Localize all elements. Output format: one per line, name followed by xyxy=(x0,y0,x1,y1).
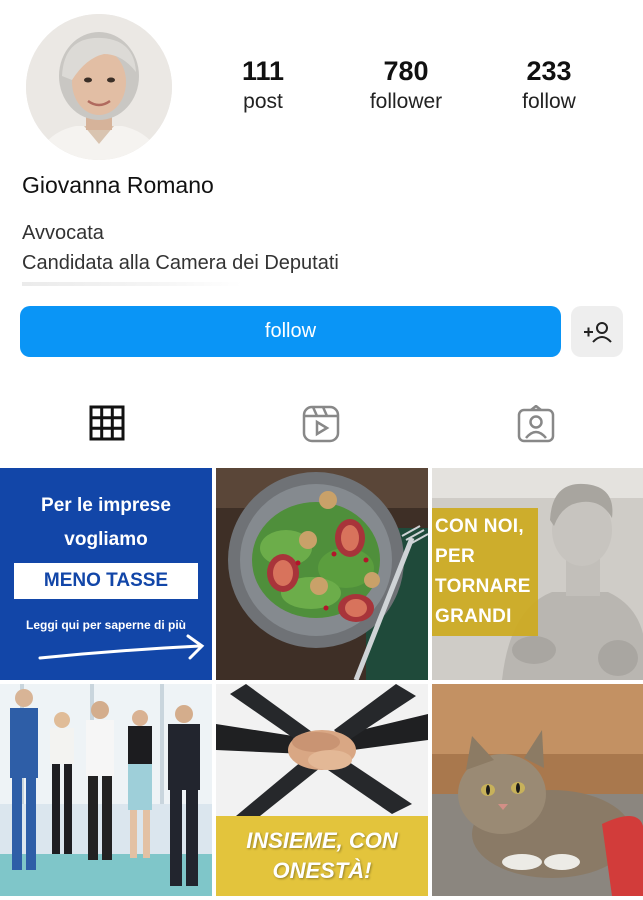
suggest-people-button[interactable] xyxy=(571,306,623,357)
arrow-icon xyxy=(38,634,205,660)
stat-followers[interactable]: 780 follower xyxy=(346,55,466,117)
grid-icon xyxy=(89,405,125,441)
add-person-icon xyxy=(584,321,612,343)
following-label: follow xyxy=(522,90,576,113)
tagged-icon xyxy=(517,405,555,443)
bio-faded-line xyxy=(22,282,242,286)
followers-label: follower xyxy=(369,90,443,113)
followers-count: 780 xyxy=(383,56,429,86)
reels-icon xyxy=(302,405,340,443)
bio-line-2: Candidata alla Camera dei Deputati xyxy=(22,252,339,274)
post5-line-2: ONESTÀ! xyxy=(272,858,372,883)
team-photo xyxy=(0,684,212,896)
post3-line-3: TORNARE xyxy=(435,576,531,597)
post-grid: Per le imprese vogliamo MENO TASSE Leggi… xyxy=(0,468,643,900)
stat-following[interactable]: 233 follow xyxy=(489,55,609,117)
post-tile-team[interactable] xyxy=(0,684,212,896)
post1-highlight: MENO TASSE xyxy=(14,563,198,599)
follow-button[interactable]: follow xyxy=(20,306,561,357)
tab-posts[interactable] xyxy=(0,405,214,461)
post-tile-tax[interactable]: Per le imprese vogliamo MENO TASSE Leggi… xyxy=(0,468,212,680)
salad-photo xyxy=(216,468,428,680)
profile-tabs xyxy=(0,405,643,461)
cat-photo xyxy=(432,684,643,896)
profile-avatar[interactable] xyxy=(26,14,172,160)
post1-heading-2: vogliamo xyxy=(64,529,148,550)
stat-posts[interactable]: 111 post xyxy=(203,55,323,117)
post5-line-1: INSIEME, CON xyxy=(246,828,398,853)
post3-caption: CON NOI, PER TORNARE GRANDI xyxy=(432,508,538,636)
post-tile-salad[interactable] xyxy=(216,468,428,680)
posts-label: post xyxy=(243,90,283,113)
post3-line-2: PER xyxy=(435,546,475,567)
post1-heading-1: Per le imprese xyxy=(41,495,171,516)
tab-reels[interactable] xyxy=(214,405,428,461)
post-tile-hands[interactable]: INSIEME, CON ONESTÀ! xyxy=(216,684,428,896)
post3-line-4: GRANDI xyxy=(435,606,512,627)
following-count: 233 xyxy=(526,56,572,86)
post-tile-statue[interactable]: CON NOI, PER TORNARE GRANDI xyxy=(432,468,643,680)
avatar-portrait xyxy=(26,14,172,160)
post5-caption: INSIEME, CON ONESTÀ! xyxy=(216,816,428,896)
post-tile-cat[interactable] xyxy=(432,684,643,896)
tab-tagged[interactable] xyxy=(429,405,643,461)
profile-name: Giovanna Romano xyxy=(22,172,214,198)
posts-count: 111 xyxy=(241,56,285,86)
post3-line-1: CON NOI, xyxy=(435,516,524,537)
bio-line-1: Avvocata xyxy=(22,222,104,244)
